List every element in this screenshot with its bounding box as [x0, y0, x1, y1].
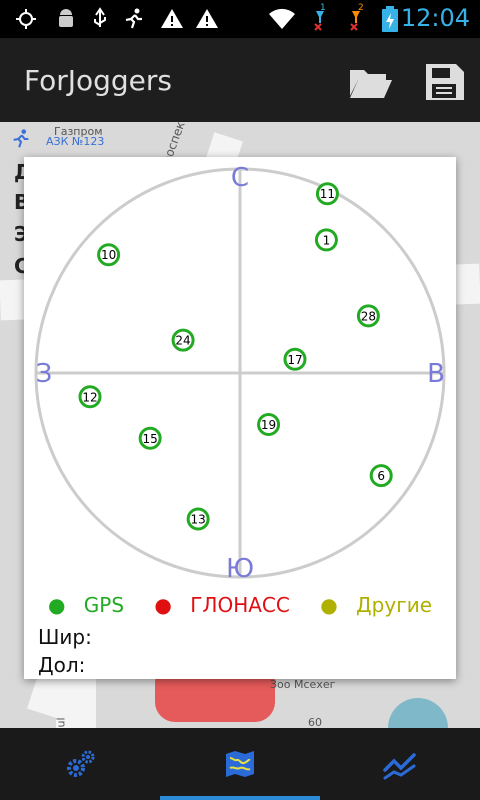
warning-icon	[161, 9, 183, 28]
direction-south: Ю	[226, 554, 254, 584]
satellite-marker: 15	[138, 426, 162, 450]
legend-other: ● Другие	[320, 593, 433, 617]
satellite-marker: 10	[97, 243, 121, 267]
settings-icon	[67, 750, 95, 777]
satellite-marker: 28	[356, 304, 380, 328]
android-icon	[59, 9, 73, 27]
satellite-marker: 12	[78, 385, 102, 409]
satellite-id: 12	[82, 390, 97, 404]
bottom-nav	[0, 728, 480, 800]
wifi-icon	[269, 8, 295, 29]
map-label-shop: Зоо Мсехег	[270, 678, 336, 691]
map-fab[interactable]	[388, 698, 448, 728]
save-icon[interactable]	[420, 58, 468, 106]
chart-icon	[383, 753, 416, 780]
status-bar: 1 2 12:04	[0, 0, 480, 38]
signal2-icon	[350, 11, 360, 31]
clock: 12:04	[400, 4, 470, 32]
satellite-id: 1	[323, 233, 331, 247]
warning-icon	[196, 9, 218, 28]
tab-statistics[interactable]	[320, 728, 480, 800]
satellite-marker: 24	[171, 328, 195, 352]
satellite-marker: 13	[186, 507, 210, 531]
legend-gps: ● GPS	[47, 593, 125, 617]
map-label-num: 60	[308, 716, 322, 728]
satellite-marker: 11	[315, 182, 339, 206]
direction-east: В	[427, 359, 445, 389]
sim2-label: 2	[358, 3, 364, 13]
map-label-road: ul	[54, 717, 68, 728]
runner-marker-icon	[13, 129, 29, 148]
tab-selected-indicator	[160, 796, 320, 800]
longitude-label: Дол:	[38, 653, 86, 677]
map-label-azs: АЗК №123	[46, 135, 105, 148]
map-icon	[226, 751, 254, 777]
tab-settings[interactable]	[0, 728, 160, 800]
satellite-id: 15	[143, 432, 158, 446]
satellite-marker: 19	[257, 413, 281, 437]
folder-open-icon[interactable]	[346, 58, 394, 106]
runner-icon	[125, 8, 142, 29]
satellite-id: 10	[101, 248, 116, 262]
satellite-id: 13	[190, 512, 205, 526]
skyplot: С Ю З В 11110282417121915136	[34, 163, 446, 584]
satellite-marker: 17	[283, 347, 307, 371]
app-bar: ForJoggers	[0, 38, 480, 122]
satellites-dialog: С Ю З В 11 1 10 28 24 17 12 19 15 13 6 ● GPS ● ГЛО…	[24, 157, 456, 679]
sim1-label: 1	[320, 3, 326, 13]
legend: ● GPS ● ГЛОНАСС ● Другие	[24, 593, 456, 617]
satellite-marker: 6	[369, 464, 393, 488]
tab-map[interactable]	[160, 728, 320, 800]
battery-icon	[382, 6, 398, 32]
legend-glonass: ● ГЛОНАСС	[154, 593, 290, 617]
satellite-id: 24	[175, 334, 190, 348]
app-title: ForJoggers	[24, 64, 173, 97]
gps-icon	[16, 9, 36, 29]
satellite-id: 17	[287, 353, 302, 367]
satellite-id: 28	[361, 309, 376, 323]
direction-north: С	[231, 163, 249, 193]
satellite-id: 6	[377, 469, 385, 483]
satellite-id: 19	[261, 418, 276, 432]
usb-icon	[94, 7, 106, 27]
latitude-label: Шир:	[38, 625, 92, 649]
satellite-id: 11	[320, 187, 335, 201]
satellite-marker: 1	[314, 228, 338, 252]
direction-west: З	[36, 359, 53, 389]
